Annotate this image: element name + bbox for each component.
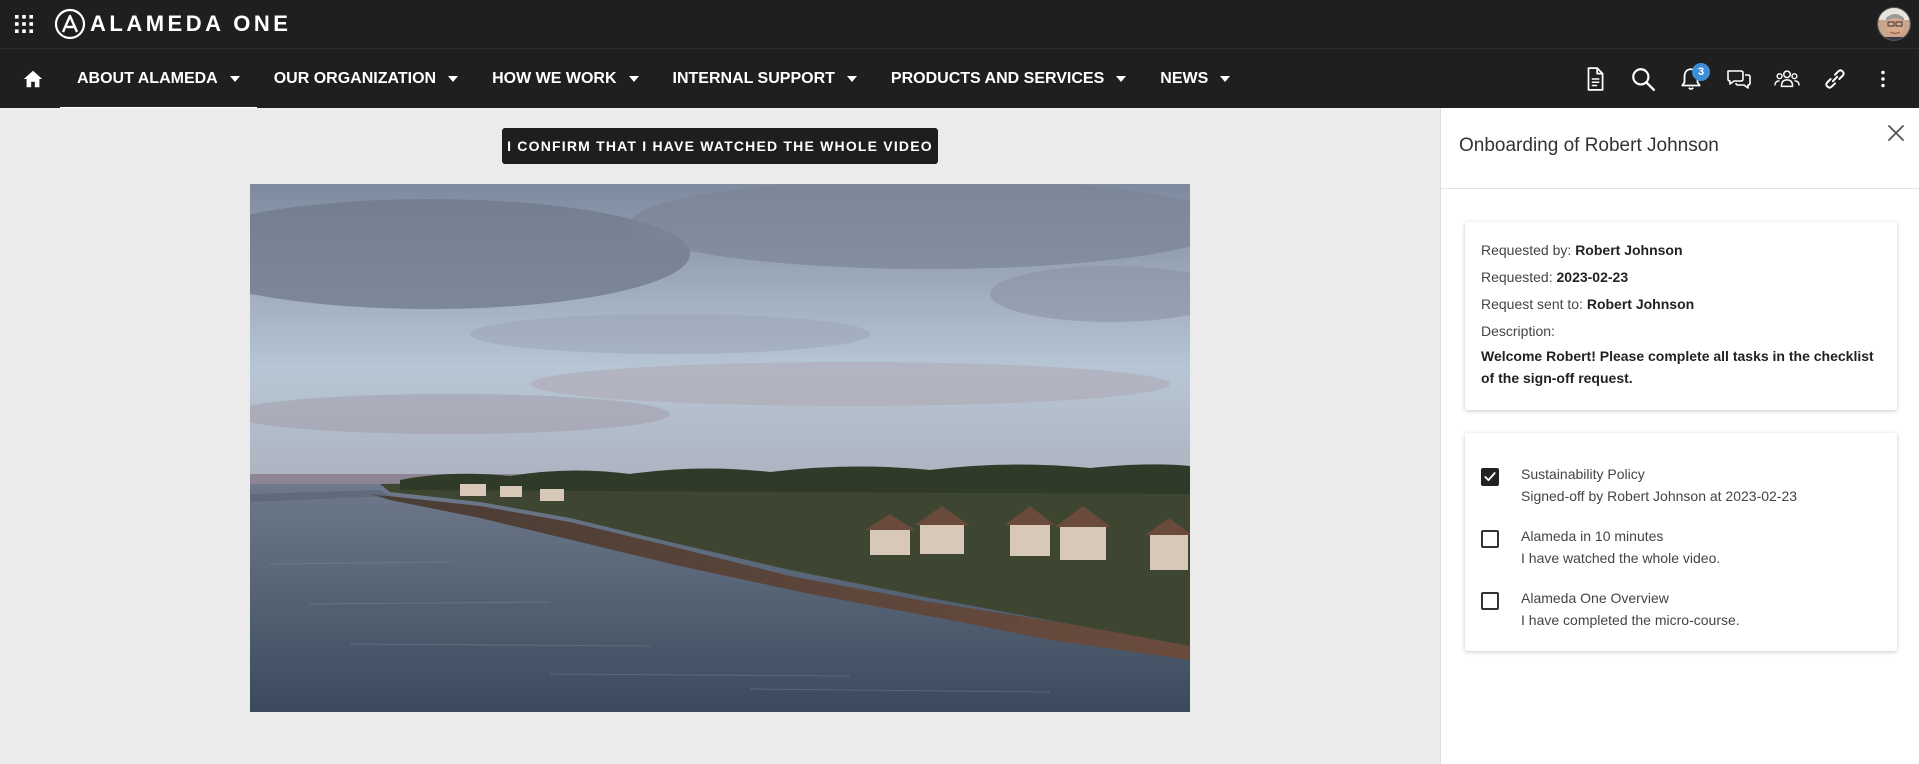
caret-down-icon	[448, 76, 459, 82]
nav-item-our-organization[interactable]: OUR ORGANIZATION	[257, 49, 475, 109]
checkbox-unchecked[interactable]	[1481, 592, 1499, 610]
task-subtitle: I have completed the micro-course.	[1521, 612, 1740, 628]
caret-down-icon	[229, 76, 240, 82]
requested-date-line: Requested: 2023-02-23	[1481, 269, 1629, 285]
nav-item-how-we-work[interactable]: HOW WE WORK	[475, 49, 655, 109]
search-icon[interactable]	[1619, 55, 1667, 103]
bell-icon[interactable]: 3	[1667, 55, 1715, 103]
main-content: I CONFIRM THAT I HAVE WATCHED THE WHOLE …	[0, 108, 1440, 764]
caret-down-icon	[846, 76, 857, 82]
sent-to-value: Robert Johnson	[1586, 296, 1695, 312]
checklist-item: Sustainability Policy Signed-off by Robe…	[1481, 463, 1881, 507]
checklist-item: Alameda One Overview I have completed th…	[1481, 587, 1881, 631]
user-avatar[interactable]	[1877, 7, 1911, 41]
nav-item-internal-support[interactable]: INTERNAL SUPPORT	[656, 49, 874, 109]
requested-by-line: Requested by: Robert Johnson	[1481, 242, 1683, 258]
confirm-watched-video-button[interactable]: I CONFIRM THAT I HAVE WATCHED THE WHOLE …	[502, 128, 938, 164]
people-icon[interactable]	[1763, 55, 1811, 103]
task-subtitle: I have watched the whole video.	[1521, 550, 1721, 566]
panel-title: Onboarding of Robert Johnson	[1459, 135, 1719, 156]
logo[interactable]: ALAMEDA ONE	[54, 8, 291, 40]
apps-grid-icon[interactable]	[14, 14, 34, 34]
coastline-video[interactable]	[250, 184, 1190, 712]
task-subtitle: Signed-off by Robert Johnson at 2023-02-…	[1521, 488, 1798, 504]
description-label: Description:	[1481, 323, 1555, 339]
checklist-item: Alameda in 10 minutes I have watched the…	[1481, 525, 1881, 569]
request-info-card: Requested by: Robert Johnson Requested: …	[1465, 222, 1897, 410]
close-icon[interactable]	[1885, 122, 1907, 144]
nav-item-about-alameda[interactable]: ABOUT ALAMEDA	[60, 49, 257, 109]
link-icon[interactable]	[1811, 55, 1859, 103]
logo-mark-icon	[54, 8, 86, 40]
chat-icon[interactable]	[1715, 55, 1763, 103]
nav-item-news[interactable]: NEWS	[1143, 49, 1247, 109]
onboarding-panel: Onboarding of Robert Johnson Requested b…	[1440, 108, 1919, 764]
home-icon[interactable]	[22, 68, 44, 90]
task-title: Alameda in 10 minutes	[1521, 528, 1664, 544]
checkbox-checked[interactable]	[1481, 468, 1499, 486]
top-bar: ALAMEDA ONE	[0, 0, 1919, 48]
logo-text: ALAMEDA ONE	[90, 11, 292, 36]
caret-down-icon	[1116, 76, 1127, 82]
checklist-card: Sustainability Policy Signed-off by Robe…	[1465, 433, 1897, 651]
nav-menu: ABOUT ALAMEDA OUR ORGANIZATION HOW WE WO…	[60, 49, 1247, 109]
nav-actions: 3	[1571, 49, 1907, 109]
task-title: Alameda One Overview	[1521, 590, 1669, 606]
panel-header: Onboarding of Robert Johnson	[1441, 108, 1919, 189]
caret-down-icon	[628, 76, 639, 82]
main-nav: ABOUT ALAMEDA OUR ORGANIZATION HOW WE WO…	[0, 48, 1919, 109]
task-title: Sustainability Policy	[1521, 466, 1645, 482]
description-text: Welcome Robert! Please complete all task…	[1481, 348, 1874, 386]
caret-down-icon	[1220, 76, 1231, 82]
checkbox-unchecked[interactable]	[1481, 530, 1499, 548]
document-icon[interactable]	[1571, 55, 1619, 103]
notification-badge: 3	[1692, 63, 1710, 81]
requested-by-value: Robert Johnson	[1575, 242, 1683, 258]
sent-to-line: Request sent to: Robert Johnson	[1481, 296, 1695, 312]
nav-item-products-and-services[interactable]: PRODUCTS AND SERVICES	[874, 49, 1143, 109]
requested-date-value: 2023-02-23	[1556, 269, 1629, 285]
more-vert-icon[interactable]	[1859, 55, 1907, 103]
